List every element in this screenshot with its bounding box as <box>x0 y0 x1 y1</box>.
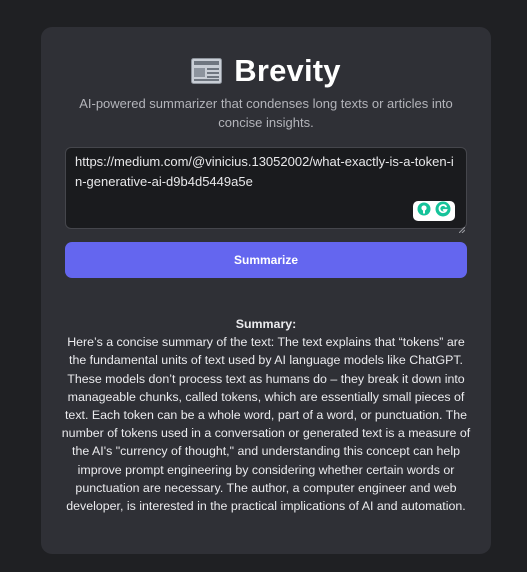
url-input[interactable]: https://medium.com/@vinicius.13052002/wh… <box>65 147 467 229</box>
summarizer-card: Brevity AI-powered summarizer that conde… <box>41 27 491 554</box>
grammarly-icon[interactable] <box>435 201 451 222</box>
app-subtitle: AI-powered summarizer that condenses lon… <box>79 96 453 130</box>
app-header: Brevity <box>41 53 491 89</box>
summary-text: Here’s a concise summary of the text: Th… <box>61 335 471 514</box>
app-title: Brevity <box>234 53 341 88</box>
summary-heading: Summary: <box>235 317 297 331</box>
assistant-icon[interactable] <box>417 202 431 221</box>
resize-grip-icon[interactable] <box>458 220 466 234</box>
summary-output: Summary: Here’s a concise summary of the… <box>61 315 471 515</box>
extension-badge[interactable] <box>413 201 455 221</box>
newspaper-icon <box>191 58 223 84</box>
summarize-button[interactable]: Summarize <box>65 242 467 278</box>
